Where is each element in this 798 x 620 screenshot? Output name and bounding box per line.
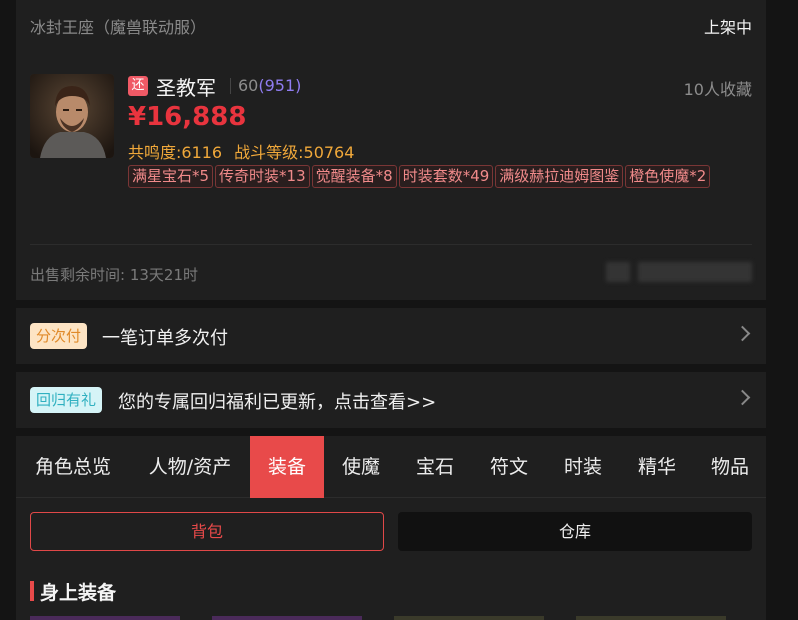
- tab-character-assets[interactable]: 人物/资产: [130, 436, 250, 498]
- tab-overview[interactable]: 角色总览: [16, 436, 130, 498]
- tab-runes[interactable]: 符文: [472, 436, 546, 498]
- role-class-name: 圣教军: [156, 76, 216, 100]
- installment-banner[interactable]: 分次付 一笔订单多次付: [16, 308, 766, 364]
- server-name: 冰封王座（魔兽联动服）: [30, 18, 207, 37]
- equipment-slot[interactable]: [212, 616, 362, 620]
- combat-level-stat: 战斗等级:50764: [234, 143, 355, 162]
- blurred-seller-info: [606, 262, 752, 282]
- tab-gems[interactable]: 宝石: [398, 436, 472, 498]
- storage-button[interactable]: 仓库: [398, 512, 752, 551]
- tab-familiar[interactable]: 使魔: [324, 436, 398, 498]
- detail-panel: 角色总览 人物/资产 装备 使魔 宝石 符文 时装 精华 物品 背包 仓库 身上…: [16, 436, 766, 620]
- tab-bar: 角色总览 人物/资产 装备 使魔 宝石 符文 时装 精华 物品: [16, 436, 766, 498]
- avatar[interactable]: [30, 74, 114, 158]
- price: ¥16,888: [128, 102, 247, 132]
- role-level: 60(951): [238, 76, 301, 95]
- feature-chip: 觉醒装备*8: [311, 165, 397, 188]
- return-gift-text: 您的专属回归福利已更新，点击查看>>: [118, 392, 437, 413]
- tab-items[interactable]: 物品: [694, 436, 766, 498]
- tab-essence[interactable]: 精华: [620, 436, 694, 498]
- equipment-slot[interactable]: [30, 616, 180, 620]
- section-title: 身上装备: [40, 582, 117, 604]
- feature-chip: 橙色使魔*2: [625, 165, 711, 188]
- tab-costumes[interactable]: 时装: [546, 436, 620, 498]
- divider: [230, 78, 231, 94]
- bag-button[interactable]: 背包: [30, 512, 384, 551]
- tab-equipment[interactable]: 装备: [250, 436, 324, 498]
- favorite-count[interactable]: 10人收藏: [684, 76, 752, 100]
- feature-chip: 满级赫拉迪姆图鉴: [495, 165, 624, 188]
- installment-text: 一笔订单多次付: [102, 328, 228, 349]
- card-divider: [30, 244, 752, 245]
- return-player-badge: 还: [128, 76, 148, 96]
- level-value: 60: [238, 76, 259, 95]
- remaining-time: 出售剩余时间: 13天21时: [30, 266, 198, 284]
- listing-status: 上架中: [703, 18, 752, 37]
- equipment-slot[interactable]: [394, 616, 544, 620]
- listing-card: 冰封王座（魔兽联动服） 上架中 还 圣教军 60(951) 10人收藏 ¥16,…: [16, 0, 766, 300]
- chevron-right-icon: [734, 389, 751, 406]
- equipment-slot[interactable]: [576, 616, 726, 620]
- return-gift-banner[interactable]: 回归有礼 您的专属回归福利已更新，点击查看>>: [16, 372, 766, 428]
- resonance-stat: 共鸣度:6116: [128, 143, 223, 162]
- installment-tag: 分次付: [30, 323, 88, 349]
- feature-chip: 满星宝石*5: [128, 165, 214, 188]
- chevron-right-icon: [734, 325, 751, 342]
- feature-chip: 传奇时装*13: [215, 165, 310, 188]
- feature-chips: 满星宝石*5 传奇时装*13 觉醒装备*8 时装套数*49 满级赫拉迪姆图鉴 橙色使魔*2: [128, 165, 728, 192]
- return-gift-tag: 回归有礼: [30, 387, 103, 413]
- feature-chip: 时装套数*49: [398, 165, 494, 188]
- paragon-level: (951): [258, 76, 302, 95]
- section-accent-bar: [30, 581, 34, 601]
- role-stats: 共鸣度:6116 战斗等级:50764: [128, 139, 354, 163]
